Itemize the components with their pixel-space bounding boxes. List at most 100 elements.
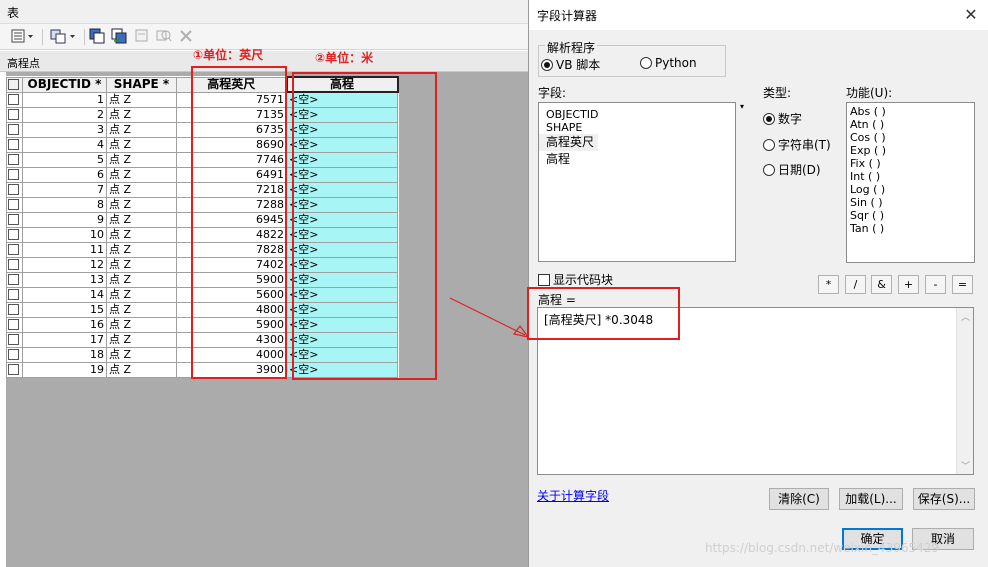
cell-shape[interactable]: 点 Z (106, 316, 177, 333)
cell-objectid[interactable]: 7 (22, 181, 107, 198)
fields-listbox[interactable]: OBJECTID SHAPE 高程英尺 高程 (538, 102, 736, 262)
scroll-up-icon[interactable]: ︿ (961, 310, 970, 323)
parser-python-radio[interactable]: Python (640, 56, 697, 70)
column-header-objectid[interactable]: OBJECTID * (22, 76, 107, 93)
row-selector[interactable] (6, 316, 23, 333)
cell-objectid[interactable]: 9 (22, 211, 107, 228)
function-list-item[interactable]: Sin ( ) (847, 196, 974, 209)
cell-shape[interactable]: 点 Z (106, 226, 177, 243)
cell-shape[interactable]: 点 Z (106, 256, 177, 273)
row-selector[interactable] (6, 286, 23, 303)
cell-objectid[interactable]: 12 (22, 256, 107, 273)
row-selector[interactable] (6, 226, 23, 243)
clear-button[interactable]: 清除(C) (769, 488, 829, 510)
show-codeblock-checkbox[interactable]: 显示代码块 (538, 271, 613, 288)
cell-shape[interactable]: 点 Z (106, 106, 177, 123)
function-list-item[interactable]: Atn ( ) (847, 118, 974, 131)
functions-listbox[interactable]: Abs ( ) Atn ( ) Cos ( ) Exp ( ) Fix ( ) Int (… (846, 102, 975, 263)
field-list-item[interactable]: SHAPE (539, 121, 735, 134)
cell-objectid[interactable]: 19 (22, 361, 107, 378)
cell-shape[interactable]: 点 Z (106, 286, 177, 303)
cell-shape[interactable]: 点 Z (106, 121, 177, 138)
zoom-to-selected-button[interactable] (155, 28, 173, 46)
fields-scroll-arrow-icon[interactable]: ▾ (740, 102, 744, 111)
row-selector[interactable] (6, 106, 23, 123)
layer-tab-label[interactable]: 高程点 (7, 55, 40, 71)
cell-shape[interactable]: 点 Z (106, 166, 177, 183)
cell-shape[interactable]: 点 Z (106, 211, 177, 228)
operator-concat-button[interactable]: & (871, 275, 892, 294)
load-button[interactable]: 加载(L)... (839, 488, 903, 510)
about-calculate-field-link[interactable]: 关于计算字段 (537, 487, 609, 504)
row-selector[interactable] (6, 121, 23, 138)
cell-objectid[interactable]: 3 (22, 121, 107, 138)
type-date-radio[interactable]: 日期(D) (763, 161, 821, 178)
row-selector[interactable] (6, 301, 23, 318)
operator-equals-button[interactable]: = (952, 275, 973, 294)
cell-shape[interactable]: 点 Z (106, 271, 177, 288)
cell-objectid[interactable]: 5 (22, 151, 107, 168)
cell-objectid[interactable]: 16 (22, 316, 107, 333)
function-list-item[interactable]: Tan ( ) (847, 222, 974, 235)
function-list-item[interactable]: Int ( ) (847, 170, 974, 183)
cell-shape[interactable]: 点 Z (106, 196, 177, 213)
operator-plus-button[interactable]: + (898, 275, 919, 294)
cell-objectid[interactable]: 11 (22, 241, 107, 258)
cell-objectid[interactable]: 6 (22, 166, 107, 183)
row-selector[interactable] (6, 361, 23, 378)
function-list-item[interactable]: Cos ( ) (847, 131, 974, 144)
parser-vb-radio[interactable]: VB 脚本 (541, 56, 600, 73)
select-by-attributes-button[interactable] (88, 28, 106, 46)
row-selector[interactable] (6, 181, 23, 198)
field-list-item[interactable]: OBJECTID (539, 108, 735, 121)
related-tables-button[interactable] (48, 28, 80, 46)
type-number-radio[interactable]: 数字 (763, 110, 802, 127)
scroll-down-icon[interactable]: ﹀ (961, 459, 970, 472)
cell-objectid[interactable]: 18 (22, 346, 107, 363)
function-list-item[interactable]: Log ( ) (847, 183, 974, 196)
select-all-cell[interactable] (6, 76, 23, 93)
cell-shape[interactable]: 点 Z (106, 361, 177, 378)
cell-shape[interactable]: 点 Z (106, 181, 177, 198)
function-list-item[interactable]: Fix ( ) (847, 157, 974, 170)
row-selector[interactable] (6, 211, 23, 228)
cell-shape[interactable]: 点 Z (106, 301, 177, 318)
row-selector[interactable] (6, 241, 23, 258)
row-selector[interactable] (6, 136, 23, 153)
cell-objectid[interactable]: 17 (22, 331, 107, 348)
row-selector[interactable] (6, 91, 23, 108)
cell-shape[interactable]: 点 Z (106, 136, 177, 153)
expression-scrollbar[interactable]: ︿ ﹀ (956, 308, 973, 474)
switch-selection-button[interactable] (110, 28, 128, 46)
type-string-radio[interactable]: 字符串(T) (763, 136, 831, 153)
cell-shape[interactable]: 点 Z (106, 91, 177, 108)
column-header-shape[interactable]: SHAPE * (106, 76, 177, 93)
function-list-item[interactable]: Abs ( ) (847, 105, 974, 118)
cell-objectid[interactable]: 10 (22, 226, 107, 243)
cell-shape[interactable]: 点 Z (106, 151, 177, 168)
operator-minus-button[interactable]: - (925, 275, 946, 294)
table-options-button[interactable] (8, 28, 38, 46)
row-selector[interactable] (6, 166, 23, 183)
row-selector[interactable] (6, 256, 23, 273)
operator-multiply-button[interactable]: * (818, 275, 839, 294)
cell-objectid[interactable]: 2 (22, 106, 107, 123)
function-list-item[interactable]: Sqr ( ) (847, 209, 974, 222)
function-list-item[interactable]: Exp ( ) (847, 144, 974, 157)
row-selector[interactable] (6, 151, 23, 168)
field-list-item[interactable]: 高程英尺 (539, 134, 599, 151)
cell-objectid[interactable]: 14 (22, 286, 107, 303)
cell-objectid[interactable]: 8 (22, 196, 107, 213)
cell-shape[interactable]: 点 Z (106, 346, 177, 363)
operator-divide-button[interactable]: / (845, 275, 866, 294)
cell-objectid[interactable]: 1 (22, 91, 107, 108)
row-selector[interactable] (6, 331, 23, 348)
close-icon[interactable]: ✕ (959, 4, 983, 26)
clear-selection-button[interactable] (133, 28, 151, 46)
row-selector[interactable] (6, 271, 23, 288)
cell-objectid[interactable]: 15 (22, 301, 107, 318)
save-button[interactable]: 保存(S)... (913, 488, 975, 510)
cell-shape[interactable]: 点 Z (106, 241, 177, 258)
row-selector[interactable] (6, 196, 23, 213)
cell-shape[interactable]: 点 Z (106, 331, 177, 348)
